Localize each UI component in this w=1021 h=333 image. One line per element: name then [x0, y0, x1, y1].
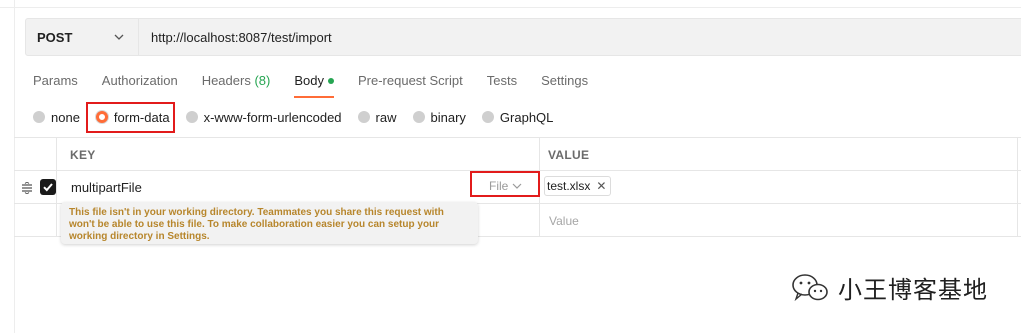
- radio-raw[interactable]: raw: [357, 110, 397, 125]
- body-indicator-dot: [327, 77, 334, 84]
- column-divider: [1017, 138, 1018, 170]
- radio-circle: [412, 111, 425, 123]
- tab-authorization[interactable]: Authorization: [102, 70, 178, 98]
- radio-circle: [357, 111, 370, 123]
- column-divider: [56, 138, 57, 170]
- watermark: 小王博客基地: [790, 270, 988, 305]
- column-divider: [539, 138, 540, 170]
- form-data-highlight: [86, 102, 175, 133]
- radio-circle: [481, 111, 494, 123]
- top-bar: [0, 0, 1021, 8]
- url-input[interactable]: http://localhost:8087/test/import: [139, 18, 1021, 56]
- method-select[interactable]: POST: [25, 18, 139, 56]
- file-name: test.xlsx: [547, 179, 591, 193]
- key-column-header: KEY: [70, 148, 96, 162]
- row-enabled-checkbox[interactable]: [40, 179, 56, 195]
- column-divider: [1017, 171, 1018, 203]
- key-input[interactable]: multipartFile: [71, 180, 142, 195]
- watermark-text: 小王博客基地: [838, 277, 988, 304]
- tab-settings[interactable]: Settings: [541, 70, 588, 98]
- method-label: POST: [37, 29, 73, 45]
- tab-params[interactable]: Params: [33, 70, 78, 98]
- file-chip[interactable]: test.xlsx ✕: [544, 176, 612, 196]
- tab-tests[interactable]: Tests: [487, 70, 517, 98]
- column-divider: [1017, 204, 1018, 236]
- url-text: http://localhost:8087/test/import: [151, 29, 332, 45]
- tab-body[interactable]: Body: [294, 70, 334, 98]
- radio-graphql[interactable]: GraphQL: [481, 110, 553, 125]
- radio-binary[interactable]: binary: [412, 110, 466, 125]
- checkmark-icon: [43, 183, 53, 192]
- file-type-highlight: [470, 171, 540, 197]
- value-column-header: VALUE: [548, 148, 590, 162]
- column-divider: [539, 204, 540, 236]
- wechat-icon: [792, 273, 828, 301]
- chevron-down-icon: [114, 34, 124, 40]
- column-divider: [56, 204, 57, 236]
- remove-file-icon[interactable]: ✕: [596, 179, 606, 193]
- headers-count: (8): [254, 73, 271, 88]
- tab-headers[interactable]: Headers (8): [202, 70, 271, 98]
- tab-pre-request-script[interactable]: Pre-request Script: [358, 70, 463, 98]
- radio-circle: [185, 111, 198, 123]
- drag-handle-icon[interactable]: [21, 182, 33, 194]
- column-divider: [56, 171, 57, 203]
- request-tabs: Params Authorization Headers (8) Body Pr…: [33, 70, 612, 98]
- request-bar: POST http://localhost:8087/test/import: [25, 18, 1021, 56]
- radio-x-www-form-urlencoded[interactable]: x-www-form-urlencoded: [185, 110, 342, 125]
- radio-none[interactable]: none: [33, 110, 80, 125]
- radio-circle: [33, 111, 45, 123]
- value-input[interactable]: Value: [549, 214, 579, 228]
- working-directory-tooltip: This file isn't in your working director…: [61, 202, 478, 244]
- table-header-row: KEY VALUE: [14, 137, 1021, 171]
